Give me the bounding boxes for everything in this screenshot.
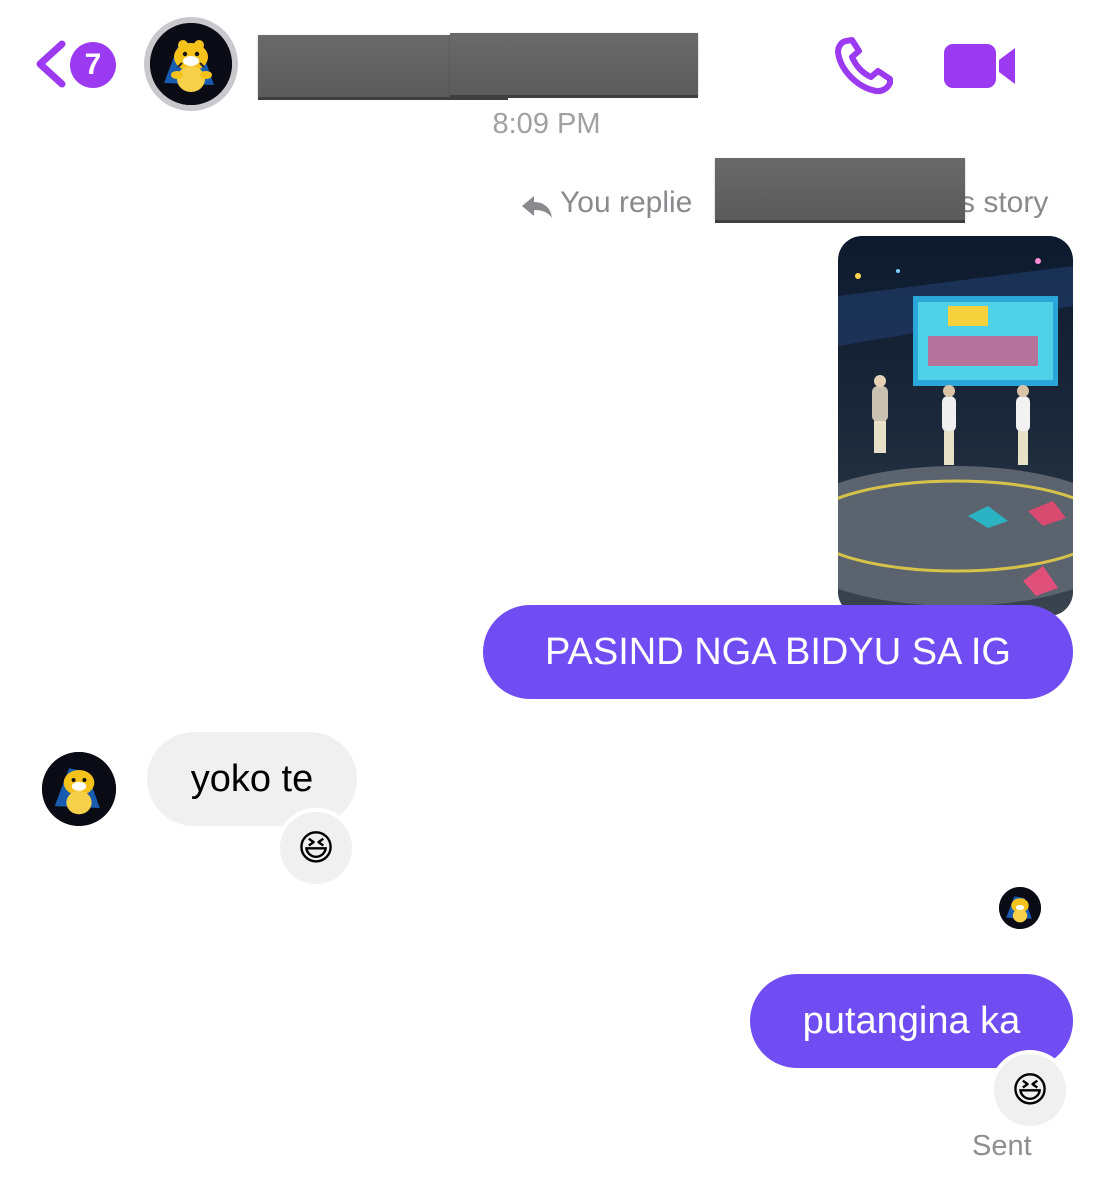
- chat-header: 7: [0, 0, 1093, 125]
- message-reaction[interactable]: 😆: [276, 808, 356, 888]
- message-status: Sent: [972, 1130, 1032, 1162]
- redacted-contact-name-part: [450, 33, 698, 95]
- chevron-left-icon: [36, 40, 66, 88]
- redacted-story-owner: [715, 158, 965, 220]
- laughing-emoji-icon: 😆: [297, 827, 335, 869]
- tiger-plush-avatar-icon: [150, 23, 232, 105]
- reply-note-prefix: You replie: [560, 186, 693, 219]
- reply-note-suffix: s story: [960, 186, 1049, 219]
- story-thumbnail[interactable]: [838, 236, 1073, 616]
- message-text: PASIND NGA BIDYU SA IG: [545, 630, 1011, 673]
- tiger-plush-avatar-icon: [999, 887, 1041, 929]
- phone-icon: [835, 37, 893, 95]
- message-timestamp: 8:09 PM: [492, 108, 601, 140]
- outgoing-message[interactable]: PASIND NGA BIDYU SA IG: [483, 605, 1073, 699]
- contact-avatar-small[interactable]: [42, 752, 116, 826]
- laughing-emoji-icon: 😆: [1011, 1069, 1049, 1111]
- video-camera-icon: [944, 44, 1015, 88]
- contact-avatar[interactable]: [144, 17, 238, 111]
- message-text: yoko te: [190, 757, 314, 800]
- reply-arrow-icon: [522, 196, 552, 218]
- video-call-button[interactable]: [942, 40, 1018, 92]
- voice-call-button[interactable]: [832, 35, 896, 97]
- seen-by-avatar: [999, 887, 1041, 929]
- message-reaction[interactable]: 😆: [990, 1050, 1070, 1130]
- message-text: putangina ka: [802, 999, 1021, 1042]
- tiger-plush-avatar-icon: [42, 752, 116, 826]
- reply-note-suffix-wrap: s story: [960, 186, 1048, 220]
- unread-count-badge: 7: [70, 42, 116, 88]
